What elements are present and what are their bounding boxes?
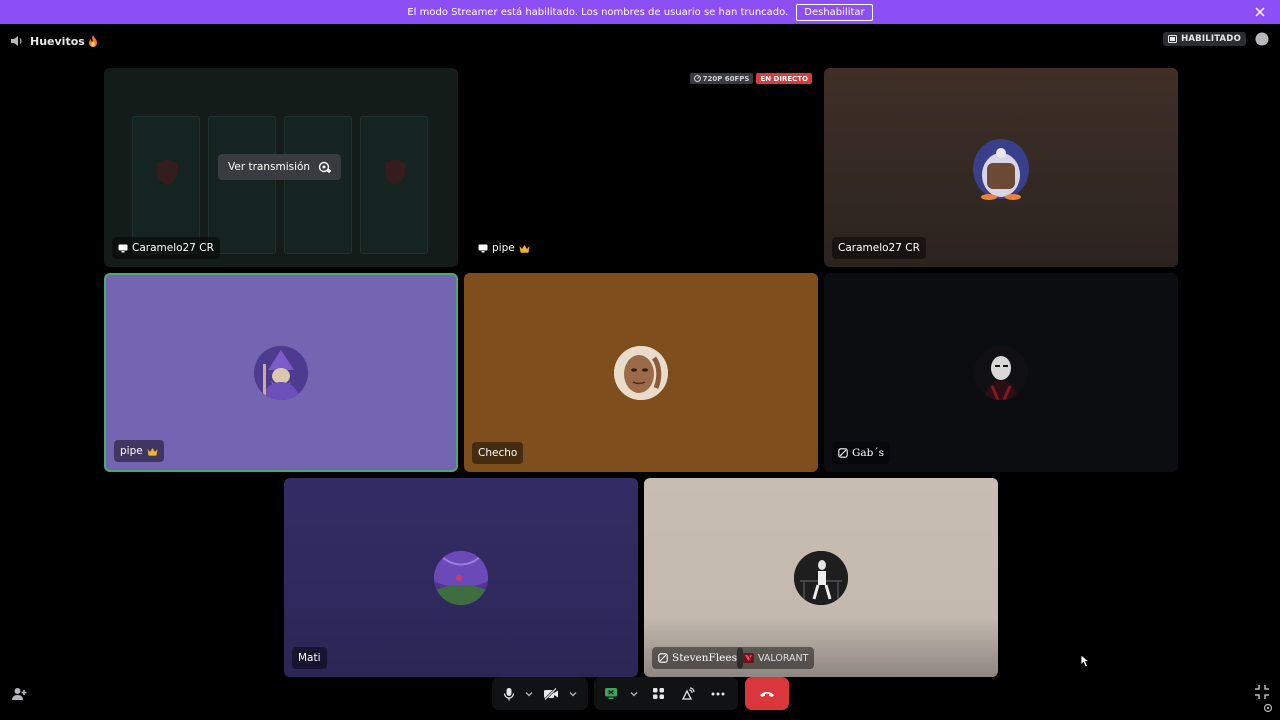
tile-mati[interactable]: Mati	[284, 478, 638, 677]
activity-tag: VALORANT	[737, 647, 815, 669]
participant-name: pipe	[120, 445, 143, 457]
tile-gabs[interactable]: Gab´s	[824, 273, 1178, 472]
streamer-mode-pill: HABILITADO	[1163, 32, 1246, 46]
figure-avatar-icon	[794, 550, 848, 605]
channel-header: Huevitos	[10, 32, 98, 50]
participant-name: Caramelo27 CR	[132, 242, 214, 254]
chevron-down-icon	[525, 691, 533, 696]
avatar	[434, 550, 488, 605]
activity-controls	[594, 677, 738, 710]
stream-badges: 720P 60FPS EN DIRECTO	[689, 73, 812, 84]
streamer-hidden-icon	[658, 653, 668, 663]
speed-icon	[693, 75, 701, 82]
quality-label: 720P 60FPS	[702, 74, 750, 83]
more-icon	[711, 692, 725, 695]
valorant-icon	[743, 653, 754, 663]
soundboard-button[interactable]	[676, 682, 700, 706]
live-badge: EN DIRECTO	[756, 73, 812, 84]
voice-call-window: El modo Streamer está habilitado. Los no…	[0, 0, 1280, 720]
name-tag: Caramelo27 CR	[832, 237, 926, 259]
streamer-mode-label: HABILITADO	[1181, 34, 1241, 44]
audio-video-controls	[492, 677, 588, 710]
banner-message: El modo Streamer está habilitado. Los no…	[407, 6, 789, 18]
avatar	[794, 550, 848, 605]
disconnect-button[interactable]	[745, 677, 789, 710]
name-tag: pipe	[114, 440, 164, 462]
tile-checho[interactable]: Checho	[464, 273, 818, 472]
streamer-mode-banner: El modo Streamer está habilitado. Los no…	[0, 0, 1280, 24]
watch-stream-icon	[318, 161, 332, 173]
soundboard-icon	[681, 686, 695, 700]
video-options-button[interactable]	[566, 682, 580, 706]
participant-name: Mati	[298, 652, 321, 664]
quality-badge: 720P 60FPS	[689, 73, 754, 84]
name-tag: Checho	[472, 442, 524, 464]
avatar	[614, 345, 668, 400]
invite-user-icon[interactable]	[11, 686, 27, 702]
header-actions: HABILITADO	[1163, 31, 1270, 47]
exit-fullscreen-icon[interactable]	[1254, 684, 1270, 700]
name-tag: Caramelo27 CR	[112, 237, 220, 259]
tile-pipe-screenshare[interactable]: 720P 60FPS EN DIRECTO pipe	[464, 68, 818, 267]
name-tag: Gab´s	[832, 442, 891, 464]
chevron-down-icon	[569, 691, 577, 696]
more-options-button[interactable]	[706, 682, 730, 706]
participant-name: Gab´s	[852, 447, 885, 459]
watch-stream-label: Ver transmisión	[228, 161, 311, 173]
name-tag: StevenFlees	[652, 647, 743, 669]
screen-share-icon	[118, 244, 128, 252]
screen-share-icon	[478, 244, 488, 252]
screen-share-button[interactable]	[600, 682, 622, 706]
volume-icon	[11, 36, 22, 46]
audio-options-button[interactable]	[522, 682, 536, 706]
penguin-avatar-icon	[973, 138, 1029, 200]
participant-name: Caramelo27 CR	[838, 242, 920, 254]
disable-streamer-button[interactable]: Deshabilitar	[796, 3, 873, 21]
screen-share-icon	[605, 688, 617, 699]
face-avatar-icon	[614, 345, 668, 400]
activities-button[interactable]	[646, 682, 670, 706]
crown-icon	[147, 447, 158, 456]
avatar	[254, 345, 308, 400]
mouse-cursor-icon	[1080, 654, 1090, 668]
purple-avatar-icon	[434, 550, 488, 605]
close-icon[interactable]	[1252, 4, 1268, 20]
microphone-icon	[503, 687, 515, 700]
mute-button[interactable]	[498, 682, 520, 706]
name-tag: Mati	[292, 647, 327, 669]
avatar	[969, 135, 1033, 201]
wizard-avatar-icon	[254, 345, 308, 400]
tile-caramelo-screenshare[interactable]: Ver transmisión Caramelo27 CR	[104, 68, 458, 267]
settings-small-icon[interactable]	[1263, 703, 1273, 713]
masked-avatar-icon	[974, 345, 1028, 400]
activities-icon	[652, 688, 664, 699]
camera-button[interactable]	[538, 682, 564, 706]
screen-share-options-button[interactable]	[628, 682, 640, 706]
camera-off-icon	[544, 687, 558, 700]
participant-name: Checho	[478, 447, 518, 459]
tile-caramelo-camera[interactable]: Caramelo27 CR	[824, 68, 1178, 267]
avatar	[974, 345, 1028, 400]
participant-name: StevenFlees	[672, 652, 737, 664]
watch-stream-button[interactable]: Ver transmisión	[218, 154, 342, 180]
crown-icon	[519, 244, 530, 253]
hang-up-icon	[760, 691, 774, 697]
streamer-hidden-icon	[838, 448, 848, 458]
chat-icon[interactable]	[1254, 31, 1270, 47]
channel-name: Huevitos	[30, 34, 85, 48]
chevron-down-icon	[630, 691, 638, 696]
fire-emoji-icon	[88, 35, 97, 47]
participant-name: pipe	[492, 242, 515, 254]
tile-stevenflees[interactable]: StevenFlees VALORANT	[644, 478, 998, 677]
tile-pipe[interactable]: pipe	[104, 273, 458, 472]
name-tag: pipe	[472, 237, 536, 259]
activity-name: VALORANT	[758, 652, 809, 664]
broadcast-icon	[1168, 35, 1178, 43]
